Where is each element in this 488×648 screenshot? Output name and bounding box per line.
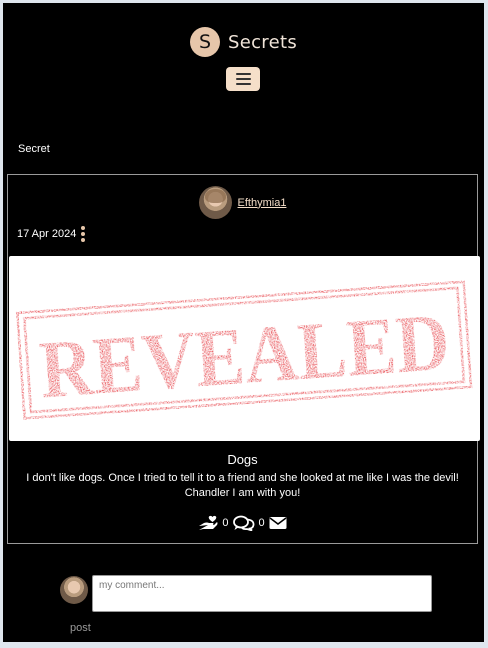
envelope-icon [269, 517, 287, 529]
post-author: Efthymia1 [8, 186, 477, 219]
comments-icon [232, 515, 254, 531]
post-comment-button[interactable]: post [70, 622, 91, 634]
comments-count: 0 [258, 517, 265, 529]
comments-button[interactable] [232, 515, 255, 531]
logo-icon: S [189, 27, 220, 57]
comment-input[interactable] [92, 575, 432, 612]
post-title: Dogs [227, 452, 258, 467]
commenter-avatar [60, 576, 88, 604]
author-avatar[interactable] [198, 186, 232, 219]
message-button[interactable] [269, 516, 287, 530]
hand-holding-heart-icon [199, 515, 218, 530]
post-actions: 0 0 [8, 515, 477, 531]
post-body: I don't like dogs. Once I tried to tell … [26, 472, 459, 499]
likes-count: 0 [222, 517, 229, 529]
revealed-stamp-image: REVEALED [13, 277, 476, 423]
post-image: REVEALED [9, 256, 480, 441]
brand-name: Secrets [227, 31, 297, 53]
author-link[interactable]: Efthymia1 [238, 197, 287, 209]
app-frame: S Secrets Secret Efthymia1 17 Apr 2024 R… [3, 3, 484, 642]
menu-toggle-button[interactable] [226, 67, 260, 91]
section-label: Secret [18, 143, 50, 155]
post-date: 17 Apr 2024 [17, 228, 77, 240]
like-button[interactable] [198, 515, 218, 531]
more-options-icon[interactable] [80, 226, 86, 242]
navbar-brand[interactable]: S Secrets [3, 27, 484, 57]
post-card: Efthymia1 17 Apr 2024 REVEALED Dogs I do… [7, 174, 480, 544]
hamburger-icon [235, 73, 251, 75]
post-meta: 17 Apr 2024 [17, 226, 86, 242]
